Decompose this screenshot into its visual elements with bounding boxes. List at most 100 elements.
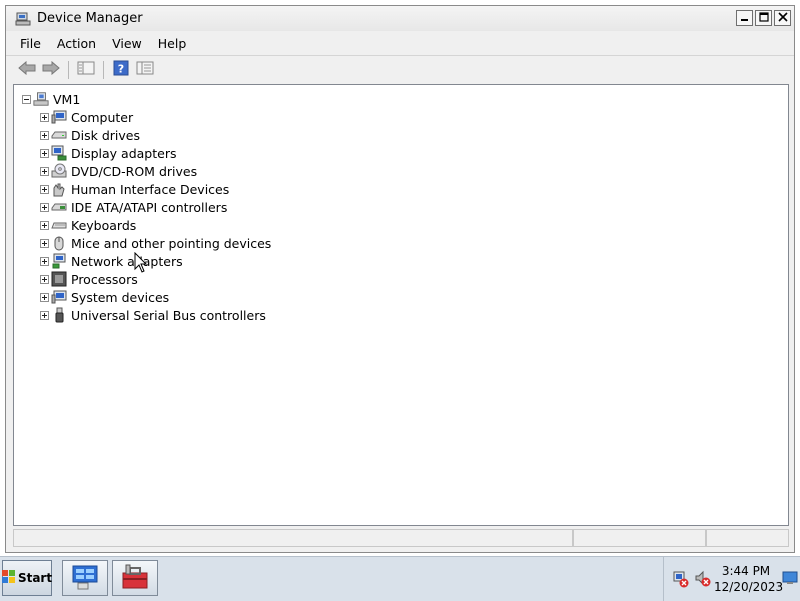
computer-host-icon (33, 91, 49, 107)
ide-controller-icon (51, 199, 67, 215)
tree-item-ide-ata-atapi-controllers[interactable]: IDE ATA/ATAPI controllers (40, 198, 227, 216)
usb-icon (51, 307, 67, 323)
menu-help[interactable]: Help (150, 36, 195, 51)
back-button[interactable] (16, 59, 38, 81)
status-pane-middle (573, 529, 706, 547)
maximize-icon (758, 11, 769, 25)
hid-icon (51, 181, 67, 197)
tree-item-label: DVD/CD-ROM drives (71, 163, 198, 179)
tree-item-mice-and-other-pointing-devices[interactable]: Mice and other pointing devices (40, 234, 271, 252)
help-button[interactable]: ? (110, 59, 132, 81)
menu-file[interactable]: File (12, 36, 49, 51)
start-label: Start (17, 571, 53, 585)
status-bar (13, 529, 789, 549)
menu-bar: File Action View Help (6, 32, 794, 54)
tree-item-label: Mice and other pointing devices (71, 235, 272, 251)
network-disconnected-icon[interactable] (672, 570, 690, 591)
tree-item-network-adapters[interactable]: Network adapters (40, 252, 183, 270)
tree-item-label: Computer (71, 109, 134, 125)
properties-icon (136, 61, 154, 78)
status-pane-main (13, 529, 573, 547)
tree-item-processors[interactable]: Processors (40, 270, 138, 288)
network-adapter-icon (51, 253, 67, 269)
taskbar-server-manager-button[interactable] (62, 560, 108, 596)
system-tray: 3:44 PM 12/20/2023 (663, 557, 800, 601)
toolbar-separator (68, 60, 69, 79)
tree-item-label: Keyboards (71, 217, 137, 233)
expand-toggle[interactable] (40, 166, 49, 176)
menu-view[interactable]: View (104, 36, 150, 51)
tree-item-label: Processors (71, 271, 138, 287)
device-manager-icon (15, 11, 31, 27)
tree-item-keyboards[interactable]: Keyboards (40, 216, 136, 234)
tree-item-label: Network adapters (71, 253, 183, 269)
tree-item-computer[interactable]: Computer (40, 108, 133, 126)
minimize-button[interactable] (736, 10, 753, 26)
expand-toggle[interactable] (40, 274, 49, 284)
system-devices-icon (51, 289, 67, 305)
expand-toggle[interactable] (40, 148, 49, 158)
toolbar: ? (6, 56, 794, 83)
tree-root-label: VM1 (53, 91, 81, 107)
menu-action[interactable]: Action (49, 36, 104, 51)
expand-toggle[interactable] (40, 292, 49, 302)
expand-toggle[interactable] (40, 202, 49, 212)
forward-button[interactable] (40, 59, 62, 81)
dvd-drive-icon (51, 163, 67, 179)
title-bar[interactable]: Device Manager (6, 6, 794, 31)
tree-item-display-adapters[interactable]: Display adapters (40, 144, 176, 162)
tree-item-human-interface-devices[interactable]: Human Interface Devices (40, 180, 229, 198)
tree-item-label: IDE ATA/ATAPI controllers (71, 199, 228, 215)
close-icon (777, 11, 788, 25)
back-arrow-icon (18, 60, 36, 78)
toolbox-icon (120, 563, 150, 594)
clock-date: 12/20/2023 (714, 580, 784, 594)
minimize-icon (740, 11, 749, 25)
windows-logo-icon (1, 569, 16, 587)
device-tree[interactable]: VM1 Computer Disk drives Display adapter… (13, 84, 789, 526)
tree-item-label: Disk drives (71, 127, 140, 143)
expand-toggle[interactable] (40, 112, 49, 122)
taskbar-clock[interactable]: 3:44 PM 12/20/2023 (714, 563, 784, 595)
start-button[interactable]: Start (1, 560, 53, 596)
show-hide-console-tree-button[interactable] (75, 59, 97, 81)
tree-item-system-devices[interactable]: System devices (40, 288, 169, 306)
collapse-toggle[interactable] (22, 94, 31, 104)
taskbar: Start 3:44 PM 12/20/2023 (0, 556, 800, 601)
window-title: Device Manager (37, 11, 143, 26)
server-manager-icon (70, 563, 100, 594)
toolbar-separator (103, 60, 104, 79)
show-desktop-icon[interactable] (782, 571, 798, 588)
tree-item-label: Display adapters (71, 145, 177, 161)
mouse-icon (51, 235, 67, 251)
clock-time: 3:44 PM (721, 564, 771, 578)
help-icon: ? (113, 60, 129, 79)
expand-toggle[interactable] (40, 184, 49, 194)
mouse-pointer-icon (134, 251, 148, 277)
tree-item-dvd-cd-rom-drives[interactable]: DVD/CD-ROM drives (40, 162, 197, 180)
disk-drive-icon (51, 127, 67, 143)
expand-toggle[interactable] (40, 220, 49, 230)
svg-text:?: ? (118, 63, 124, 76)
expand-toggle[interactable] (40, 238, 49, 248)
tree-root-row[interactable]: VM1 (22, 90, 80, 108)
speaker-muted-icon[interactable] (694, 570, 712, 591)
device-manager-window: Device Manager File Action View Help ? V… (5, 5, 795, 553)
tree-item-label: System devices (71, 289, 170, 305)
maximize-button[interactable] (755, 10, 772, 26)
tree-item-usb-controllers[interactable]: Universal Serial Bus controllers (40, 306, 266, 324)
tree-item-label: Universal Serial Bus controllers (71, 307, 266, 323)
tree-item-disk-drives[interactable]: Disk drives (40, 126, 140, 144)
show-hide-console-tree-icon (77, 61, 95, 78)
expand-toggle[interactable] (40, 256, 49, 266)
properties-button[interactable] (134, 59, 156, 81)
processor-icon (51, 271, 67, 287)
forward-arrow-icon (42, 60, 60, 78)
display-adapter-icon (51, 145, 67, 161)
expand-toggle[interactable] (40, 130, 49, 140)
computer-icon (51, 109, 67, 125)
expand-toggle[interactable] (40, 310, 49, 320)
close-button[interactable] (774, 10, 791, 26)
tree-item-label: Human Interface Devices (71, 181, 230, 197)
taskbar-device-manager-button[interactable] (112, 560, 158, 596)
